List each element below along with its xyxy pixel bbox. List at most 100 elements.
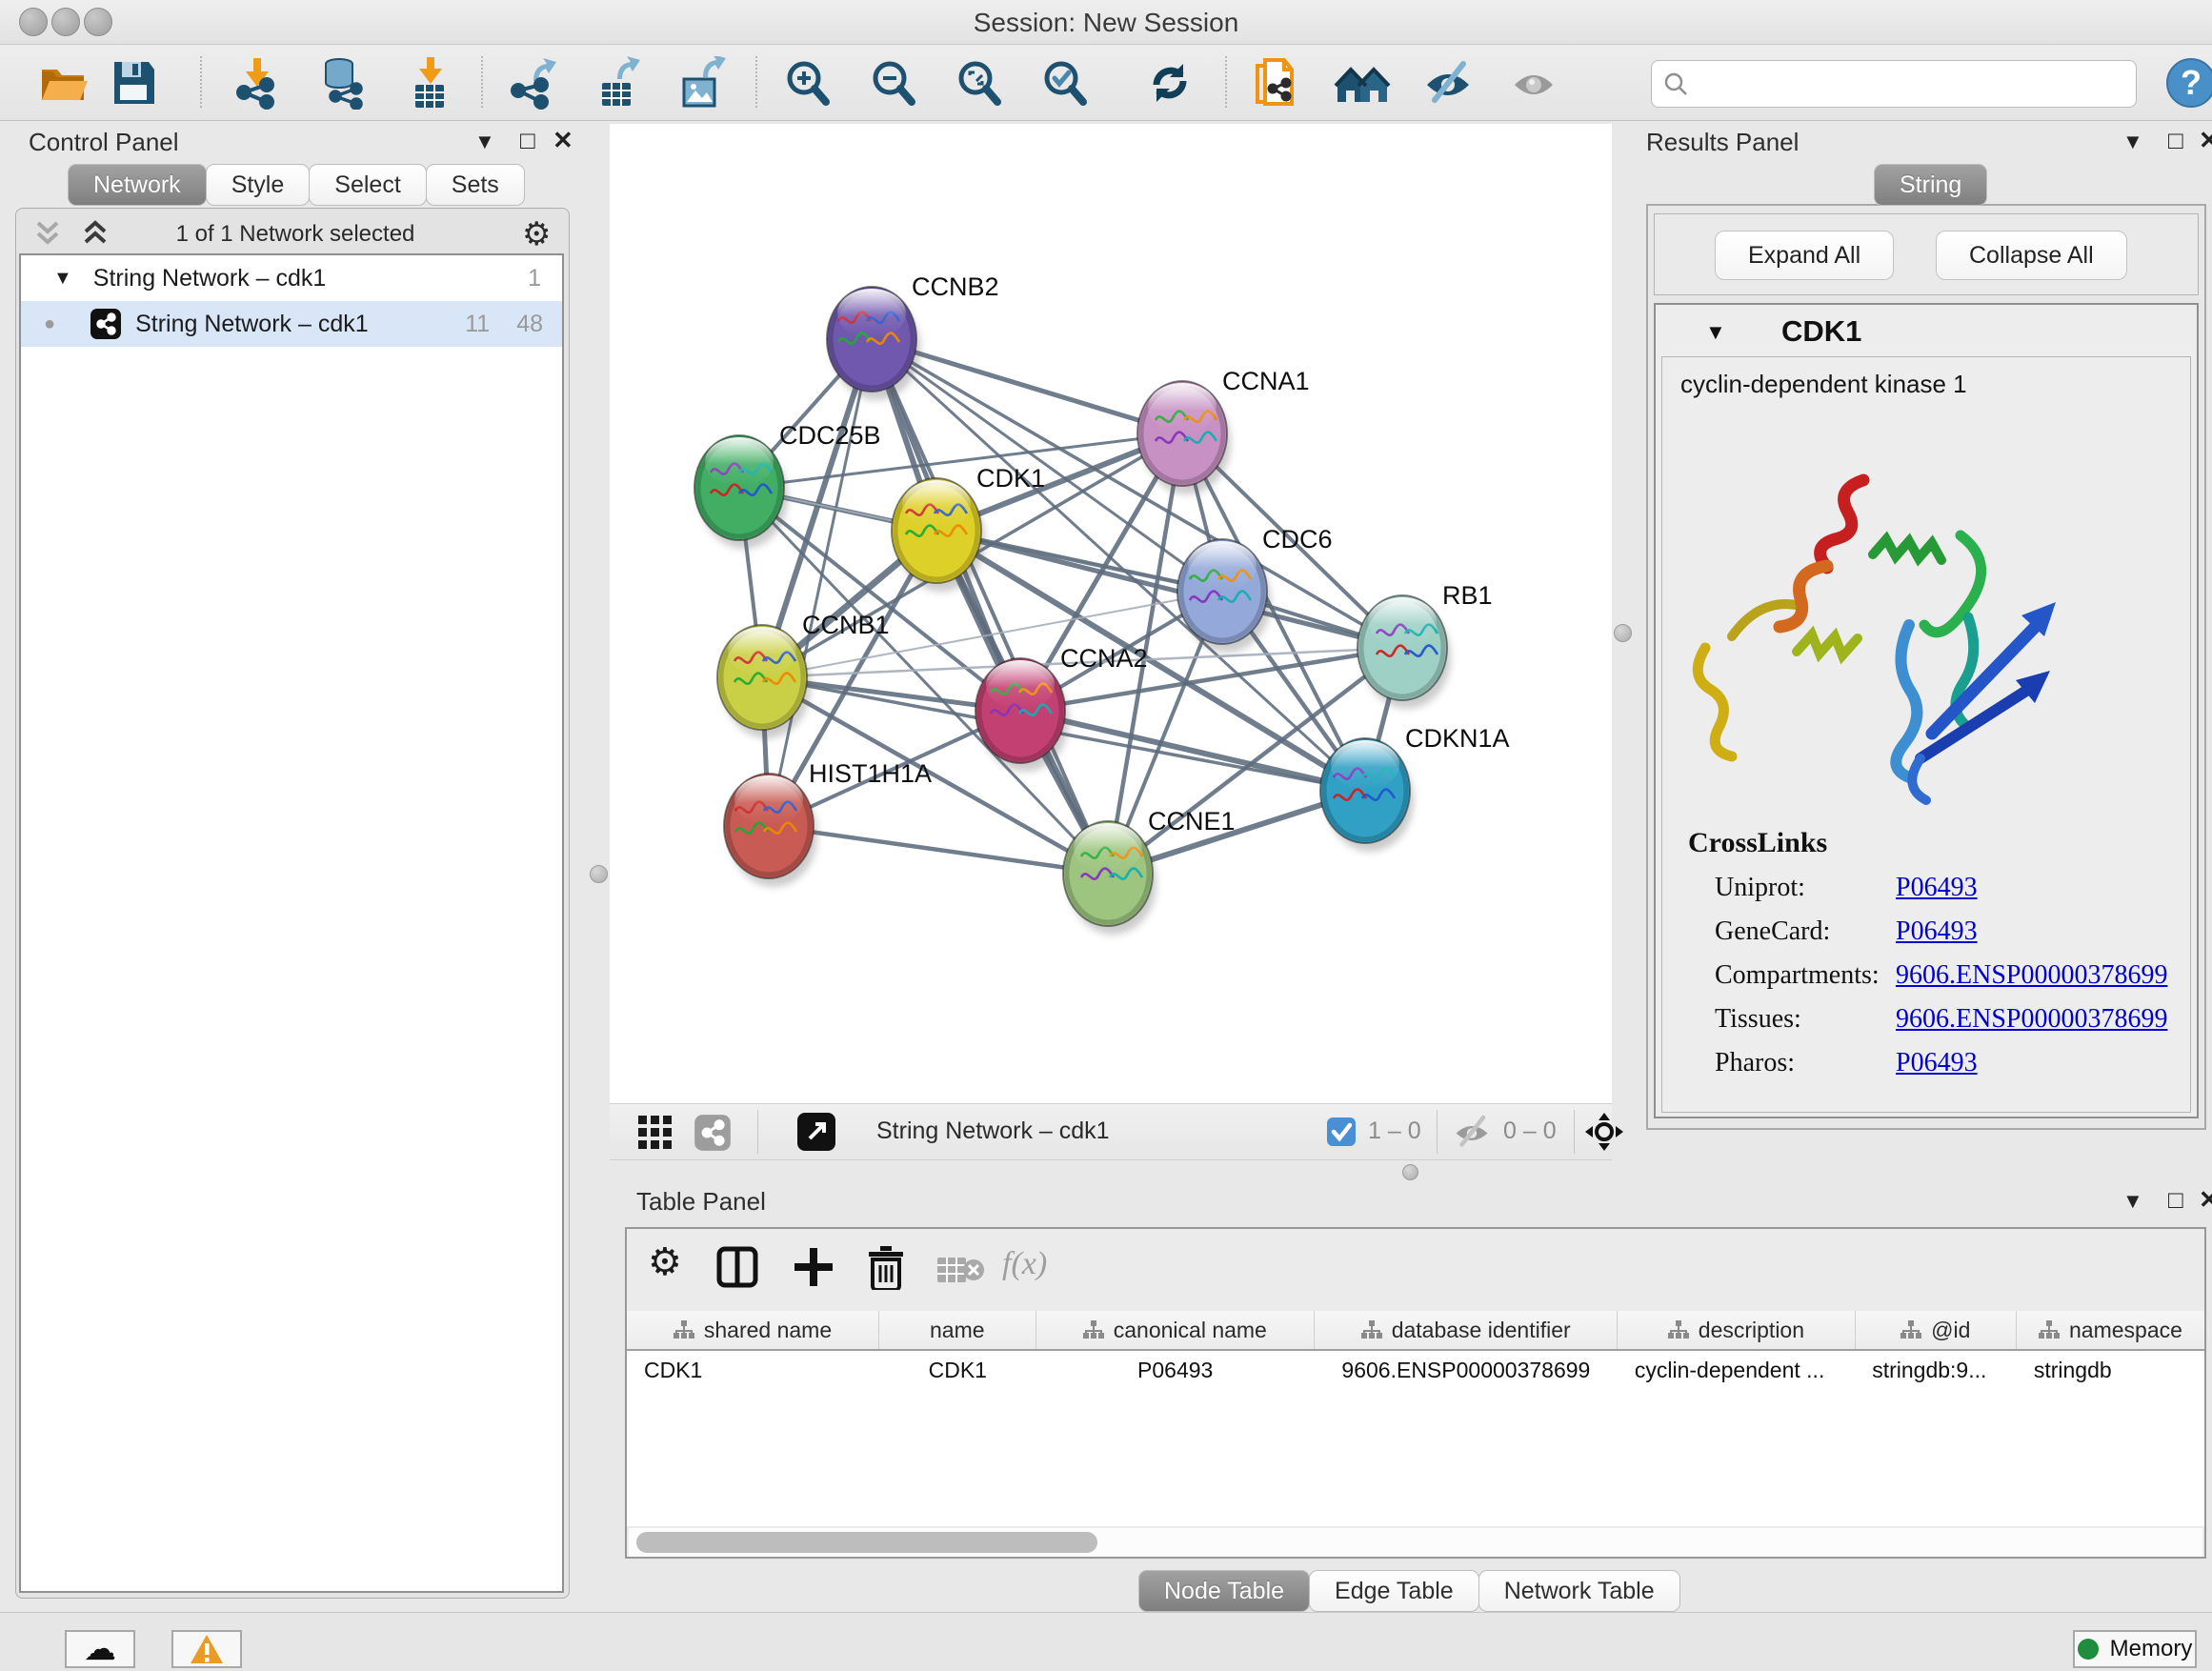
zoom-in-button[interactable] <box>779 54 836 111</box>
network-node-CDK1[interactable] <box>892 478 985 592</box>
import-database-button[interactable] <box>314 54 372 111</box>
delete-row-trash-icon[interactable] <box>865 1244 907 1290</box>
tab-sets[interactable]: Sets <box>426 164 525 206</box>
right-splitter-handle[interactable] <box>1614 624 1632 642</box>
network-node-CCNB2[interactable] <box>827 287 920 400</box>
cell-database-identifier[interactable]: 9606.ENSP00000378699 <box>1315 1351 1618 1389</box>
network-node-CDKN1A[interactable] <box>1320 738 1414 852</box>
network-list-icon[interactable] <box>694 1114 732 1152</box>
zoom-out-button[interactable] <box>865 54 922 111</box>
import-network-button[interactable] <box>229 54 286 111</box>
zoom-fit-button[interactable] <box>951 54 1008 111</box>
tab-node-table[interactable]: Node Table <box>1138 1570 1310 1612</box>
network-options-gear-icon[interactable]: ⚙ <box>522 215 551 253</box>
cell-id[interactable]: stringdb:9... <box>1855 1351 2017 1389</box>
crosslink-tissues-link[interactable]: 9606.ENSP00000378699 <box>1896 1004 2167 1035</box>
cell-description[interactable]: cyclin-dependent ... <box>1618 1351 1855 1389</box>
help-button[interactable]: ? <box>2162 54 2212 111</box>
tab-style[interactable]: Style <box>206 164 311 206</box>
table-row[interactable]: CDK1 CDK1 P06493 9606.ENSP00000378699 cy… <box>627 1351 2204 1389</box>
grid-view-icon[interactable] <box>638 1116 674 1150</box>
tab-select[interactable]: Select <box>309 164 426 206</box>
network-node-CCNA2[interactable] <box>975 658 1069 772</box>
publication-export-button[interactable] <box>1248 54 1305 111</box>
warnings-button[interactable] <box>171 1630 242 1668</box>
tab-network[interactable]: Network <box>68 164 207 206</box>
search-input[interactable] <box>1696 63 2128 103</box>
column-header[interactable]: namespace <box>2017 1311 2204 1349</box>
network-edge-CDK1-RB1[interactable] <box>936 531 1402 648</box>
table-horizontal-scrollbar[interactable] <box>629 1528 2202 1557</box>
refresh-view-button[interactable] <box>1141 54 1198 111</box>
network-node-CDC25B[interactable] <box>694 435 788 549</box>
table-columns-icon[interactable] <box>716 1246 758 1288</box>
tab-network-table[interactable]: Network Table <box>1478 1570 1680 1612</box>
column-header[interactable]: shared name <box>627 1311 879 1349</box>
left-splitter-handle[interactable] <box>590 865 608 883</box>
column-header[interactable]: @id <box>1856 1311 2017 1349</box>
crosslink-pharos-link[interactable]: P06493 <box>1896 1048 1978 1078</box>
network-edge-HIST1H1A-CCNE1[interactable] <box>769 826 1108 874</box>
tab-string[interactable]: String <box>1874 164 1987 206</box>
network-edge-CCNA2-CDKN1A[interactable] <box>1020 711 1365 791</box>
control-panel-menu-button[interactable]: ▼ <box>474 131 495 152</box>
crosslink-uniprot-link[interactable]: P06493 <box>1896 873 1978 903</box>
crosslink-compartments-link[interactable]: 9606.ENSP00000378699 <box>1896 960 2167 991</box>
horizontal-splitter-handle[interactable] <box>1402 1164 1418 1180</box>
cell-name[interactable]: CDK1 <box>879 1351 1036 1389</box>
table-panel-menu-button[interactable]: ▼ <box>2122 1191 2143 1212</box>
import-table-button[interactable] <box>400 54 457 111</box>
home-button[interactable] <box>1334 54 1391 111</box>
refresh-icon <box>1143 56 1196 110</box>
column-header[interactable]: canonical name <box>1036 1311 1316 1349</box>
export-table-button[interactable] <box>589 54 646 111</box>
network-collection-row[interactable]: ▼ String Network – cdk1 1 <box>21 255 562 301</box>
results-panel-close-button[interactable]: ✕ <box>2199 128 2212 152</box>
export-network-button[interactable] <box>503 54 560 111</box>
cell-canonical-name[interactable]: P06493 <box>1036 1351 1315 1389</box>
results-panel-float-button[interactable]: □ <box>2168 128 2183 152</box>
cloud-status-button[interactable]: ☁ <box>65 1630 135 1668</box>
control-panel-float-button[interactable]: □ <box>520 128 535 152</box>
selected-checkbox-icon[interactable] <box>1326 1117 1357 1147</box>
expand-all-tree-icon[interactable] <box>80 219 114 248</box>
results-panel-menu-button[interactable]: ▼ <box>2122 131 2143 152</box>
network-node-CCNA1[interactable] <box>1137 381 1231 494</box>
memory-button[interactable]: Memory <box>2073 1630 2197 1668</box>
expand-all-button[interactable]: Expand All <box>1715 231 1894 280</box>
column-header[interactable]: database identifier <box>1315 1311 1618 1349</box>
add-row-icon[interactable] <box>793 1246 835 1288</box>
show-all-button[interactable] <box>1505 54 1562 111</box>
control-panel-close-button[interactable]: ✕ <box>553 128 573 152</box>
table-panel-close-button[interactable]: ✕ <box>2199 1187 2212 1212</box>
birds-eye-view-icon[interactable] <box>1583 1111 1625 1153</box>
zoom-selected-button[interactable] <box>1036 54 1094 111</box>
network-node-HIST1H1A[interactable] <box>724 774 817 887</box>
tab-edge-table[interactable]: Edge Table <box>1309 1570 1479 1612</box>
cell-shared-name[interactable]: CDK1 <box>627 1351 879 1389</box>
export-image-button[interactable] <box>673 54 730 111</box>
column-header[interactable]: name <box>879 1311 1036 1349</box>
collapse-all-tree-icon[interactable] <box>32 219 67 248</box>
cell-namespace[interactable]: stringdb <box>2017 1351 2204 1389</box>
save-session-button[interactable] <box>105 54 162 111</box>
network-row-selected[interactable]: ● String Network – cdk1 11 48 <box>21 301 562 347</box>
network-node-RB1[interactable] <box>1357 595 1451 709</box>
hide-selected-button[interactable] <box>1419 54 1477 111</box>
crosslink-genecard-link[interactable]: P06493 <box>1896 916 1978 947</box>
network-node-CCNB1[interactable] <box>717 625 811 738</box>
network-node-CCNE1[interactable] <box>1063 821 1156 935</box>
import-table-icon <box>402 56 455 110</box>
collapse-all-button[interactable]: Collapse All <box>1936 231 2127 280</box>
open-session-button[interactable] <box>36 54 93 111</box>
detach-view-icon[interactable] <box>796 1112 836 1152</box>
network-canvas[interactable]: CCNB2CCNA1CDC25BCDK1CDC6RB1CCNB1CCNA2CDK… <box>610 124 1612 1103</box>
network-node-CDC6[interactable] <box>1177 539 1271 653</box>
column-header[interactable]: description <box>1618 1311 1855 1349</box>
network-edge-CCNB2-CCNE1[interactable] <box>872 339 1108 874</box>
table-panel-float-button[interactable]: □ <box>2168 1187 2183 1212</box>
entry-expander-icon[interactable]: ▼ <box>1705 320 1726 345</box>
scrollbar-thumb[interactable] <box>636 1532 1097 1553</box>
table-gear-icon[interactable]: ⚙ <box>648 1240 682 1284</box>
collection-expander-icon[interactable]: ▼ <box>53 268 72 290</box>
